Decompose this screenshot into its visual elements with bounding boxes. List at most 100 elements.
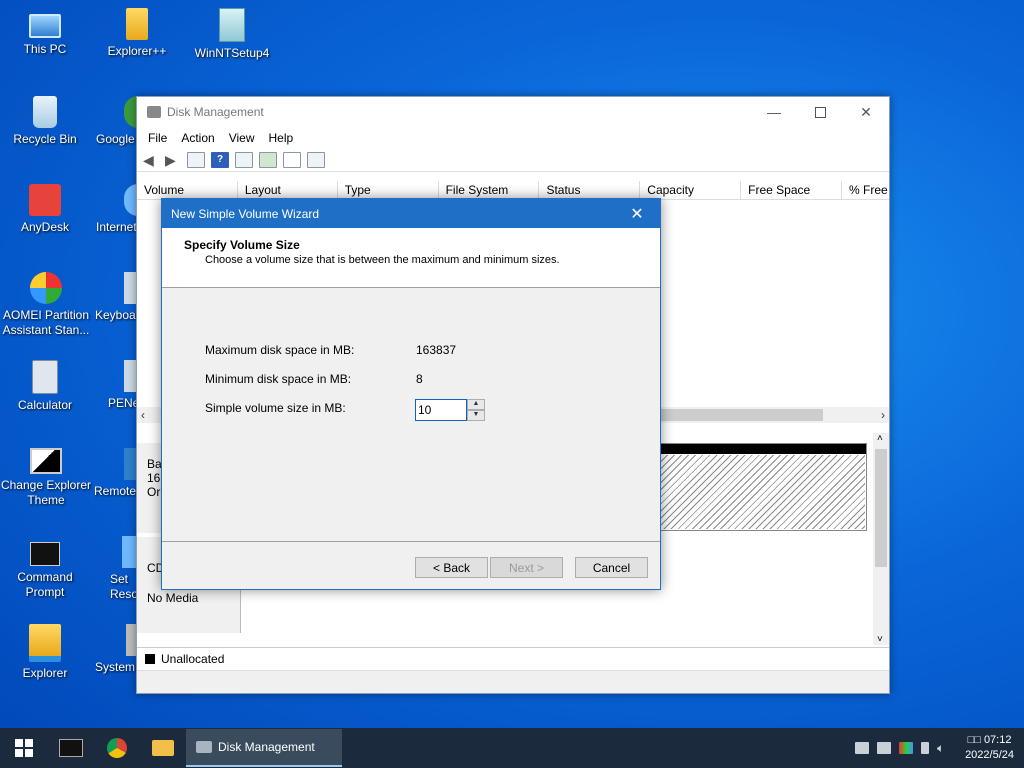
aomei-icon	[30, 272, 62, 304]
desktop-icon-explorerpp[interactable]: Explorer++	[94, 8, 180, 59]
col-volume[interactable]: Volume	[137, 181, 238, 199]
min-space-label: Minimum disk space in MB:	[205, 372, 352, 386]
keyboard-icon[interactable]	[877, 742, 892, 754]
color-icon[interactable]	[899, 742, 914, 754]
scroll-down-icon[interactable]: ˅	[877, 634, 883, 645]
action-pane-icon[interactable]	[235, 152, 253, 168]
folder-icon	[152, 740, 174, 756]
wizard-header: Specify Volume Size Choose a volume size…	[162, 228, 660, 288]
check-icon[interactable]	[283, 152, 301, 168]
col-layout[interactable]: Layout	[238, 181, 338, 199]
menu-help[interactable]: Help	[262, 131, 301, 145]
max-space-value: 163837	[416, 343, 457, 357]
file-explorer-icon	[29, 624, 61, 662]
minimize-button[interactable]: —	[751, 97, 797, 127]
menu-bar: File Action View Help	[137, 127, 889, 149]
volume-size-stepper[interactable]: ▲ ▼	[415, 399, 485, 421]
help-icon[interactable]: ?	[211, 152, 229, 168]
taskbar-file-explorer[interactable]	[140, 728, 186, 768]
clock-prefix: □□	[967, 734, 981, 746]
close-button[interactable]: ✕	[843, 97, 889, 127]
command-prompt-icon	[59, 739, 83, 757]
col-type[interactable]: Type	[338, 181, 439, 199]
cancel-button[interactable]: Cancel	[575, 557, 648, 578]
wizard-subheading: Choose a volume size that is between the…	[205, 254, 560, 266]
forward-arrow-icon[interactable]: ▶	[165, 153, 181, 167]
desktop-icon-google[interactable]: Google	[92, 96, 136, 147]
properties-icon[interactable]	[307, 152, 325, 168]
next-button[interactable]: Next >	[490, 557, 563, 578]
menu-view[interactable]: View	[222, 131, 262, 145]
volume-size-label: Simple volume size in MB:	[205, 401, 346, 415]
connect-icon[interactable]	[259, 152, 277, 168]
desktop-icon-aomei[interactable]: AOMEI Partition Assistant Stan...	[2, 272, 90, 338]
command-prompt-icon	[30, 542, 60, 566]
desktop-icon-winntsetup4[interactable]: WinNTSetup4	[189, 8, 275, 61]
desktop-icon-this-pc[interactable]: This PC	[2, 8, 88, 57]
scroll-up-icon[interactable]: ˄	[877, 433, 883, 444]
chrome-icon	[107, 738, 127, 758]
window-titlebar[interactable]: Disk Management — ✕	[137, 97, 889, 127]
spin-up-icon[interactable]: ▲	[467, 399, 485, 410]
wizard-heading: Specify Volume Size	[184, 238, 300, 252]
desktop-icon-set-resolution[interactable]: Set Reso	[92, 536, 136, 602]
calculator-icon	[32, 360, 58, 394]
col-status[interactable]: Status	[539, 181, 641, 199]
col-capacity[interactable]: Capacity	[640, 181, 742, 199]
disk-management-icon	[147, 106, 161, 118]
volume-muted-icon[interactable]: 🔈︎	[937, 742, 951, 754]
desktop-icon-internet[interactable]: Internet	[92, 184, 136, 235]
unallocated-partition[interactable]	[659, 443, 867, 531]
usb-icon[interactable]	[921, 742, 930, 754]
minimize-icon: —	[767, 104, 781, 120]
desktop-icon-penet[interactable]: PENe	[92, 360, 136, 411]
col-percent-free[interactable]: % Free	[842, 181, 889, 199]
desktop-icon-remote[interactable]: Remote	[92, 448, 136, 499]
vertical-scrollbar-thumb[interactable]	[875, 449, 887, 567]
back-arrow-icon[interactable]: ◀	[143, 153, 159, 167]
wizard-close-icon[interactable]: ✕	[622, 204, 652, 224]
console-tree-icon[interactable]	[187, 152, 205, 168]
display-icon	[122, 536, 136, 568]
desktop-icon-calculator[interactable]: Calculator	[2, 360, 88, 413]
start-button[interactable]	[0, 728, 48, 768]
wizard-titlebar[interactable]: New Simple Volume Wizard ✕	[162, 199, 660, 228]
desktop-icon-command-prompt[interactable]: Command Prompt	[2, 536, 88, 600]
desktop-icon-explorer[interactable]: Explorer	[2, 624, 88, 681]
scroll-left-icon[interactable]: ‹	[137, 408, 145, 422]
scroll-right-icon[interactable]: ›	[881, 408, 889, 422]
folder-icon	[126, 8, 148, 40]
new-simple-volume-wizard: New Simple Volume Wizard ✕ Specify Volum…	[161, 198, 661, 590]
taskbar-command-prompt[interactable]	[48, 728, 94, 768]
back-button[interactable]: < Back	[415, 557, 488, 578]
network-icon[interactable]	[855, 742, 870, 754]
wizard-separator	[162, 541, 660, 542]
desktop-icon-system[interactable]: System	[92, 624, 136, 675]
col-file-system[interactable]: File System	[439, 181, 540, 199]
desktop-icon-anydesk[interactable]: AnyDesk	[2, 184, 88, 235]
desktop-icon-change-theme[interactable]: Change Explorer Theme	[0, 448, 92, 508]
min-space-value: 8	[416, 372, 423, 386]
toolbar: ◀ ▶ ?	[137, 149, 889, 172]
volume-size-input[interactable]	[415, 399, 467, 421]
wizard-title: New Simple Volume Wizard	[171, 206, 320, 221]
maximize-button[interactable]	[797, 97, 843, 127]
desktop-icon-keyboard[interactable]: Keyboa	[92, 272, 136, 323]
col-free-space[interactable]: Free Space	[741, 181, 843, 199]
theme-icon	[30, 448, 62, 474]
unallocated-swatch	[145, 654, 155, 664]
vertical-scrollbar[interactable]: ˄ ˅	[873, 433, 889, 645]
desktop-icon-recycle-bin[interactable]: Recycle Bin	[2, 96, 88, 147]
clock[interactable]: □□ 07:12 2022/5/24	[959, 733, 1014, 763]
taskbar-chrome[interactable]	[94, 728, 140, 768]
scrollbar-thumb[interactable]	[657, 409, 823, 421]
spin-down-icon[interactable]: ▼	[467, 410, 485, 421]
internet-icon	[124, 184, 136, 216]
network-icon	[124, 360, 136, 392]
taskbar-task-label: Disk Management	[218, 740, 315, 754]
max-space-label: Maximum disk space in MB:	[205, 343, 355, 357]
taskbar-disk-management[interactable]: Disk Management	[186, 729, 342, 767]
chrome-icon	[124, 96, 136, 128]
menu-action[interactable]: Action	[174, 131, 221, 145]
menu-file[interactable]: File	[141, 131, 174, 145]
